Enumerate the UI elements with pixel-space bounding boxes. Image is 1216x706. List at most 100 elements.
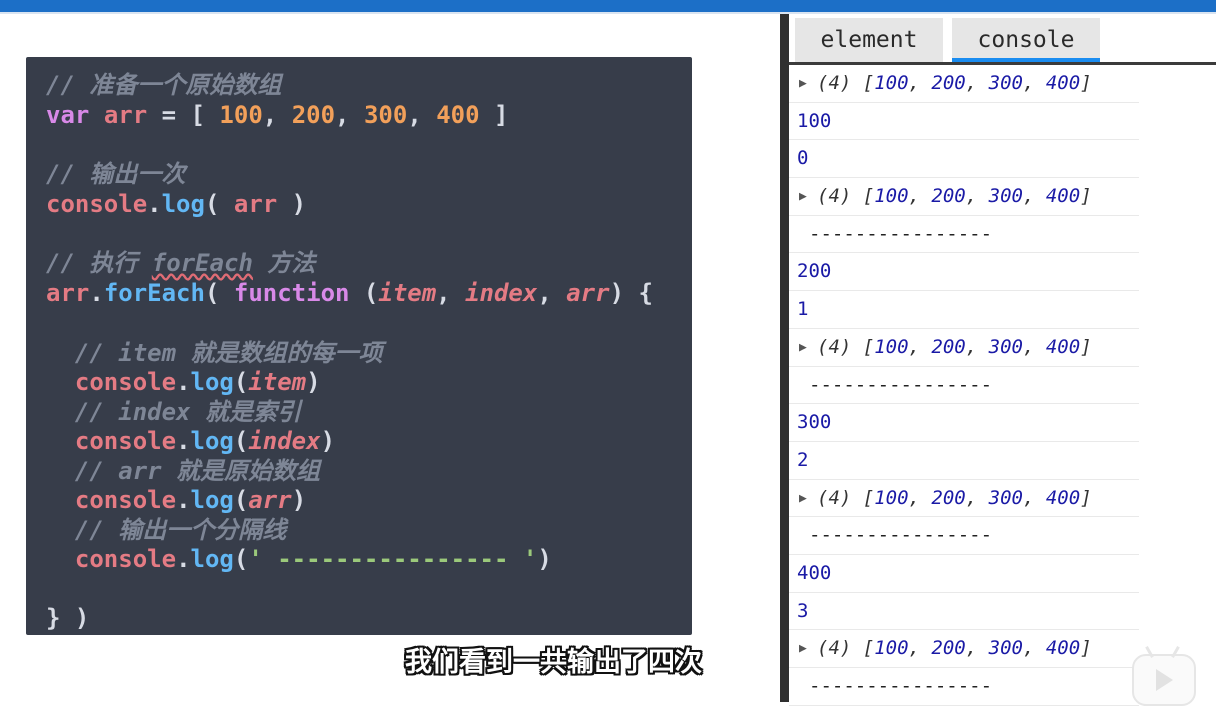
var-name: arr — [233, 190, 278, 218]
array-value: 300 — [988, 72, 1023, 94]
pane-divider[interactable] — [780, 14, 789, 702]
array-value: 100 — [874, 637, 909, 660]
number-literal: 400 — [436, 101, 480, 129]
tab-element[interactable]: element — [795, 18, 943, 62]
foreach-ident: forEach — [103, 279, 205, 307]
param-index: index — [465, 279, 538, 307]
console-item-row-text: 200 — [797, 260, 832, 283]
disclosure-triangle-icon[interactable]: ▶ — [799, 329, 807, 366]
array-suffix: ] — [1080, 335, 1092, 358]
console-index-row: 0 — [789, 140, 1139, 179]
console-index-row-text: 1 — [797, 298, 809, 321]
code-line-comment-5: // index 就是索引 — [46, 398, 301, 426]
console-array-text: (4) [100, 200, 300, 400] — [817, 486, 1092, 509]
code-line-log-index: console.log(index) — [74, 427, 336, 455]
array-prefix: (4) [ — [817, 486, 875, 509]
console-item-row-text: 100 — [797, 109, 832, 132]
code-line-comment-1: // 准备一个原始数组 — [46, 71, 281, 99]
log-ident: log — [190, 368, 234, 396]
console-index-row: 2 — [789, 442, 1139, 480]
array-value: 400 — [1045, 486, 1081, 509]
disclosure-triangle-icon[interactable]: ▶ — [799, 630, 807, 667]
console-array-text: (4) [100, 200, 300, 400] — [817, 185, 1092, 208]
console-index-row: 1 — [789, 291, 1139, 329]
top-bar — [0, 0, 1216, 12]
code-line-log-separator: console.log(' ---------------- ') — [74, 545, 552, 573]
array-value: 300 — [988, 185, 1023, 208]
param-arr: arr — [248, 486, 292, 514]
array-value: 100 — [874, 185, 909, 208]
disclosure-triangle-icon[interactable]: ▶ — [799, 480, 807, 517]
badge-ear — [1171, 646, 1180, 658]
code-line-log-arr: console.log( arr ) — [46, 190, 307, 218]
array-suffix: ] — [1080, 185, 1092, 208]
log-ident: log — [161, 190, 205, 218]
console-array-row[interactable]: ▶ (4) [100, 200, 300, 400] — [789, 65, 1139, 103]
console-array-row[interactable]: ▶ (4) [100, 200, 300, 400] — [789, 480, 1139, 518]
log-ident: log — [190, 427, 234, 455]
play-icon — [1156, 669, 1173, 691]
var-name: arr — [103, 101, 148, 129]
console-separator-row: ---------------- — [789, 216, 1139, 254]
code-line-comment-4: // item 就是数组的每一项 — [46, 339, 383, 367]
close-brace: } ) — [46, 604, 90, 632]
comment-text: // 输出一次 — [46, 160, 186, 188]
play-badge-icon[interactable] — [1132, 646, 1196, 706]
array-value: 400 — [1045, 185, 1081, 208]
console-item-row: 300 — [789, 404, 1139, 442]
console-item-row: 400 — [789, 555, 1139, 593]
param-item: item — [248, 368, 307, 396]
console-ident: console — [74, 486, 177, 514]
array-prefix: (4) [ — [817, 185, 875, 208]
console-array-text: (4) [100, 200, 300, 400] — [817, 72, 1092, 94]
console-index-row-text: 2 — [797, 448, 809, 471]
comment-text: 方法 — [252, 249, 316, 277]
code-line-array-decl: var arr = [ 100, 200, 300, 400 ] — [46, 101, 509, 129]
array-value: 400 — [1045, 335, 1081, 358]
array-value: 200 — [931, 185, 966, 208]
disclosure-triangle-icon[interactable]: ▶ — [799, 178, 807, 215]
array-prefix: (4) [ — [817, 637, 875, 660]
array-suffix: ] — [1080, 637, 1092, 660]
console-ident: console — [74, 545, 177, 573]
disclosure-triangle-icon[interactable]: ▶ — [799, 65, 807, 102]
array-value: 300 — [988, 486, 1023, 509]
console-array-text: (4) [100, 200, 300, 400] — [817, 637, 1092, 660]
code-line-close: } ) — [46, 604, 89, 632]
log-ident: log — [190, 486, 234, 514]
console-item-row: 100 — [789, 103, 1139, 141]
log-ident: log — [190, 545, 234, 573]
keyword-function: function — [233, 279, 350, 307]
devtools-panel: element console ▶ (4) [100, 200, 300, 400… — [789, 14, 1216, 706]
console-separator-row: ---------------- — [789, 517, 1139, 555]
param-arr: arr — [566, 279, 610, 307]
console-ident: console — [74, 368, 177, 396]
comment-text: // arr 就是原始数组 — [74, 457, 321, 485]
console-item-row-text: 300 — [797, 411, 832, 434]
array-value: 400 — [1045, 72, 1081, 94]
array-value: 200 — [931, 72, 966, 94]
console-array-row[interactable]: ▶ (4) [100, 200, 300, 400] — [789, 630, 1139, 668]
comment-text: // item 就是数组的每一项 — [74, 339, 383, 367]
console-index-row: 3 — [789, 593, 1139, 631]
console-separator-row: ---------------- — [789, 367, 1139, 405]
comment-text: // 准备一个原始数组 — [46, 71, 282, 99]
array-prefix: (4) [ — [817, 72, 875, 94]
code-line-comment-3: // 执行 forEach 方法 — [46, 249, 315, 277]
separator-text: ---------------- — [809, 524, 993, 547]
tab-console[interactable]: console — [952, 18, 1100, 62]
console-array-row[interactable]: ▶ (4) [100, 200, 300, 400] — [789, 329, 1139, 367]
comment-text-underlined: forEach — [151, 249, 253, 277]
array-value: 100 — [874, 486, 909, 509]
console-index-row-text: 3 — [797, 599, 809, 622]
console-ident: console — [74, 427, 177, 455]
array-value: 100 — [874, 72, 909, 94]
array-value: 200 — [931, 335, 966, 358]
array-value: 100 — [874, 335, 909, 358]
comment-text: // 执行 — [46, 249, 152, 277]
array-prefix: (4) [ — [817, 335, 875, 358]
code-punct: = [ — [147, 101, 220, 129]
code-line-comment-2: // 输出一次 — [46, 160, 185, 188]
console-array-row[interactable]: ▶ (4) [100, 200, 300, 400] — [789, 178, 1139, 216]
video-subtitle: 我们看到一共输出了四次 — [405, 647, 702, 678]
